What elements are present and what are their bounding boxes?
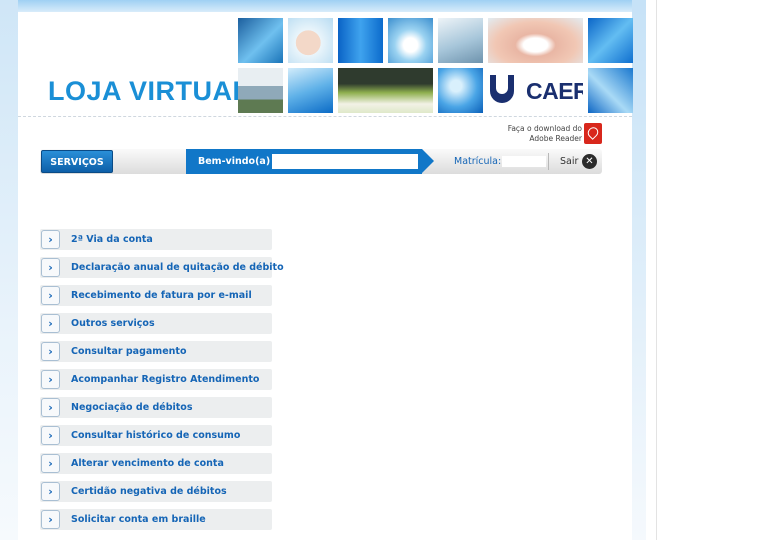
menu-item-label: 2ª Via da conta: [71, 234, 153, 245]
welcome-banner: Bem-vindo(a): [186, 149, 422, 174]
water-bubbles-photo: [438, 68, 483, 113]
menu-item-historico-consumo[interactable]: › Consultar histórico de consumo: [40, 425, 272, 446]
menu-item-segunda-via[interactable]: › 2ª Via da conta: [40, 229, 272, 250]
chevron-right-icon: ›: [41, 426, 60, 445]
drinking-water-photo: [288, 18, 333, 63]
water-drop-photo: [288, 68, 333, 113]
water-wave-photo: [588, 68, 633, 113]
chevron-right-icon: ›: [41, 454, 60, 473]
menu-item-alterar-vencimento[interactable]: › Alterar vencimento de conta: [40, 453, 272, 474]
services-button[interactable]: SERVIÇOS: [41, 150, 113, 173]
menu-item-label: Recebimento de fatura por e-mail: [71, 290, 252, 301]
menu-item-label: Negociação de débitos: [71, 402, 193, 413]
blue-water-photo: [338, 18, 383, 63]
logout-link[interactable]: Sair: [560, 149, 578, 174]
menu-item-conta-braille[interactable]: › Solicitar conta em braille: [40, 509, 272, 530]
matricula-label: Matrícula:: [454, 156, 502, 167]
right-divider: [656, 0, 657, 540]
menu-item-label: Consultar pagamento: [71, 346, 187, 357]
menu-item-outros-servicos[interactable]: › Outros serviços: [40, 313, 272, 334]
close-icon[interactable]: ✕: [582, 154, 597, 169]
caer-building-photo: [238, 68, 283, 113]
chevron-right-icon: ›: [41, 370, 60, 389]
right-background-strip: [632, 0, 646, 540]
user-name-redacted: [272, 154, 418, 169]
top-nav-bar: SERVIÇOS Bem-vindo(a) Matrícula: Sair ✕: [40, 149, 602, 174]
page-container: LOJA VIRTUAL CAER Faça o download do Ado…: [18, 12, 633, 540]
logo-text: LOJA VIRTUAL: [48, 76, 250, 106]
header-dashed-divider: [18, 116, 632, 117]
top-decor-bar: [18, 0, 632, 12]
water-surface-photo: [588, 18, 633, 63]
adobe-download-text[interactable]: Faça o download do Adobe Reader: [494, 124, 582, 144]
download-line-1: Faça o download do: [507, 124, 582, 133]
chevron-right-icon: ›: [41, 258, 60, 277]
menu-item-label: Acompanhar Registro Atendimento: [71, 374, 260, 385]
water-glass-photo: [388, 18, 433, 63]
faucet-photo: [438, 18, 483, 63]
menu-item-label: Declaração anual de quitação de débito: [71, 262, 284, 273]
menu-item-fatura-email[interactable]: › Recebimento de fatura por e-mail: [40, 285, 272, 306]
adobe-pdf-icon[interactable]: [584, 123, 602, 144]
menu-item-label: Alterar vencimento de conta: [71, 458, 224, 469]
menu-item-consultar-pagamento[interactable]: › Consultar pagamento: [40, 341, 272, 362]
chevron-right-icon: ›: [41, 342, 60, 361]
caer-logo-icon: [490, 75, 514, 103]
menu-item-declaracao-quitacao[interactable]: › Declaração anual de quitação de débito: [40, 257, 284, 278]
chevron-right-icon: ›: [41, 286, 60, 305]
menu-item-negociacao-debitos[interactable]: › Negociação de débitos: [40, 397, 272, 418]
chevron-right-icon: ›: [41, 482, 60, 501]
menu-item-label: Consultar histórico de consumo: [71, 430, 241, 441]
caer-brand-text: CAER: [526, 78, 583, 104]
menu-item-label: Solicitar conta em braille: [71, 514, 206, 525]
menu-item-certidao-negativa[interactable]: › Certidão negativa de débitos: [40, 481, 272, 502]
welcome-label: Bem-vindo(a): [198, 156, 271, 167]
menu-item-label: Certidão negativa de débitos: [71, 486, 227, 497]
matricula-value-redacted: [502, 156, 546, 167]
chevron-right-icon: ›: [41, 510, 60, 529]
garden-sprinkler-photo: [338, 68, 433, 113]
water-splash-photo: [238, 18, 283, 63]
chevron-right-icon: ›: [41, 398, 60, 417]
header-photo-mosaic: CAER: [238, 18, 633, 119]
download-line-2: Adobe Reader: [529, 134, 582, 143]
menu-item-registro-atendimento[interactable]: › Acompanhar Registro Atendimento: [40, 369, 272, 390]
left-background-strip: [0, 0, 18, 540]
chevron-right-icon: ›: [41, 314, 60, 333]
menu-item-label: Outros serviços: [71, 318, 155, 329]
smile-photo: [488, 18, 583, 63]
caer-brand-tile: CAER: [488, 68, 583, 113]
welcome-arrow-shape: [422, 149, 434, 173]
chevron-right-icon: ›: [41, 230, 60, 249]
nav-divider: [548, 153, 549, 170]
